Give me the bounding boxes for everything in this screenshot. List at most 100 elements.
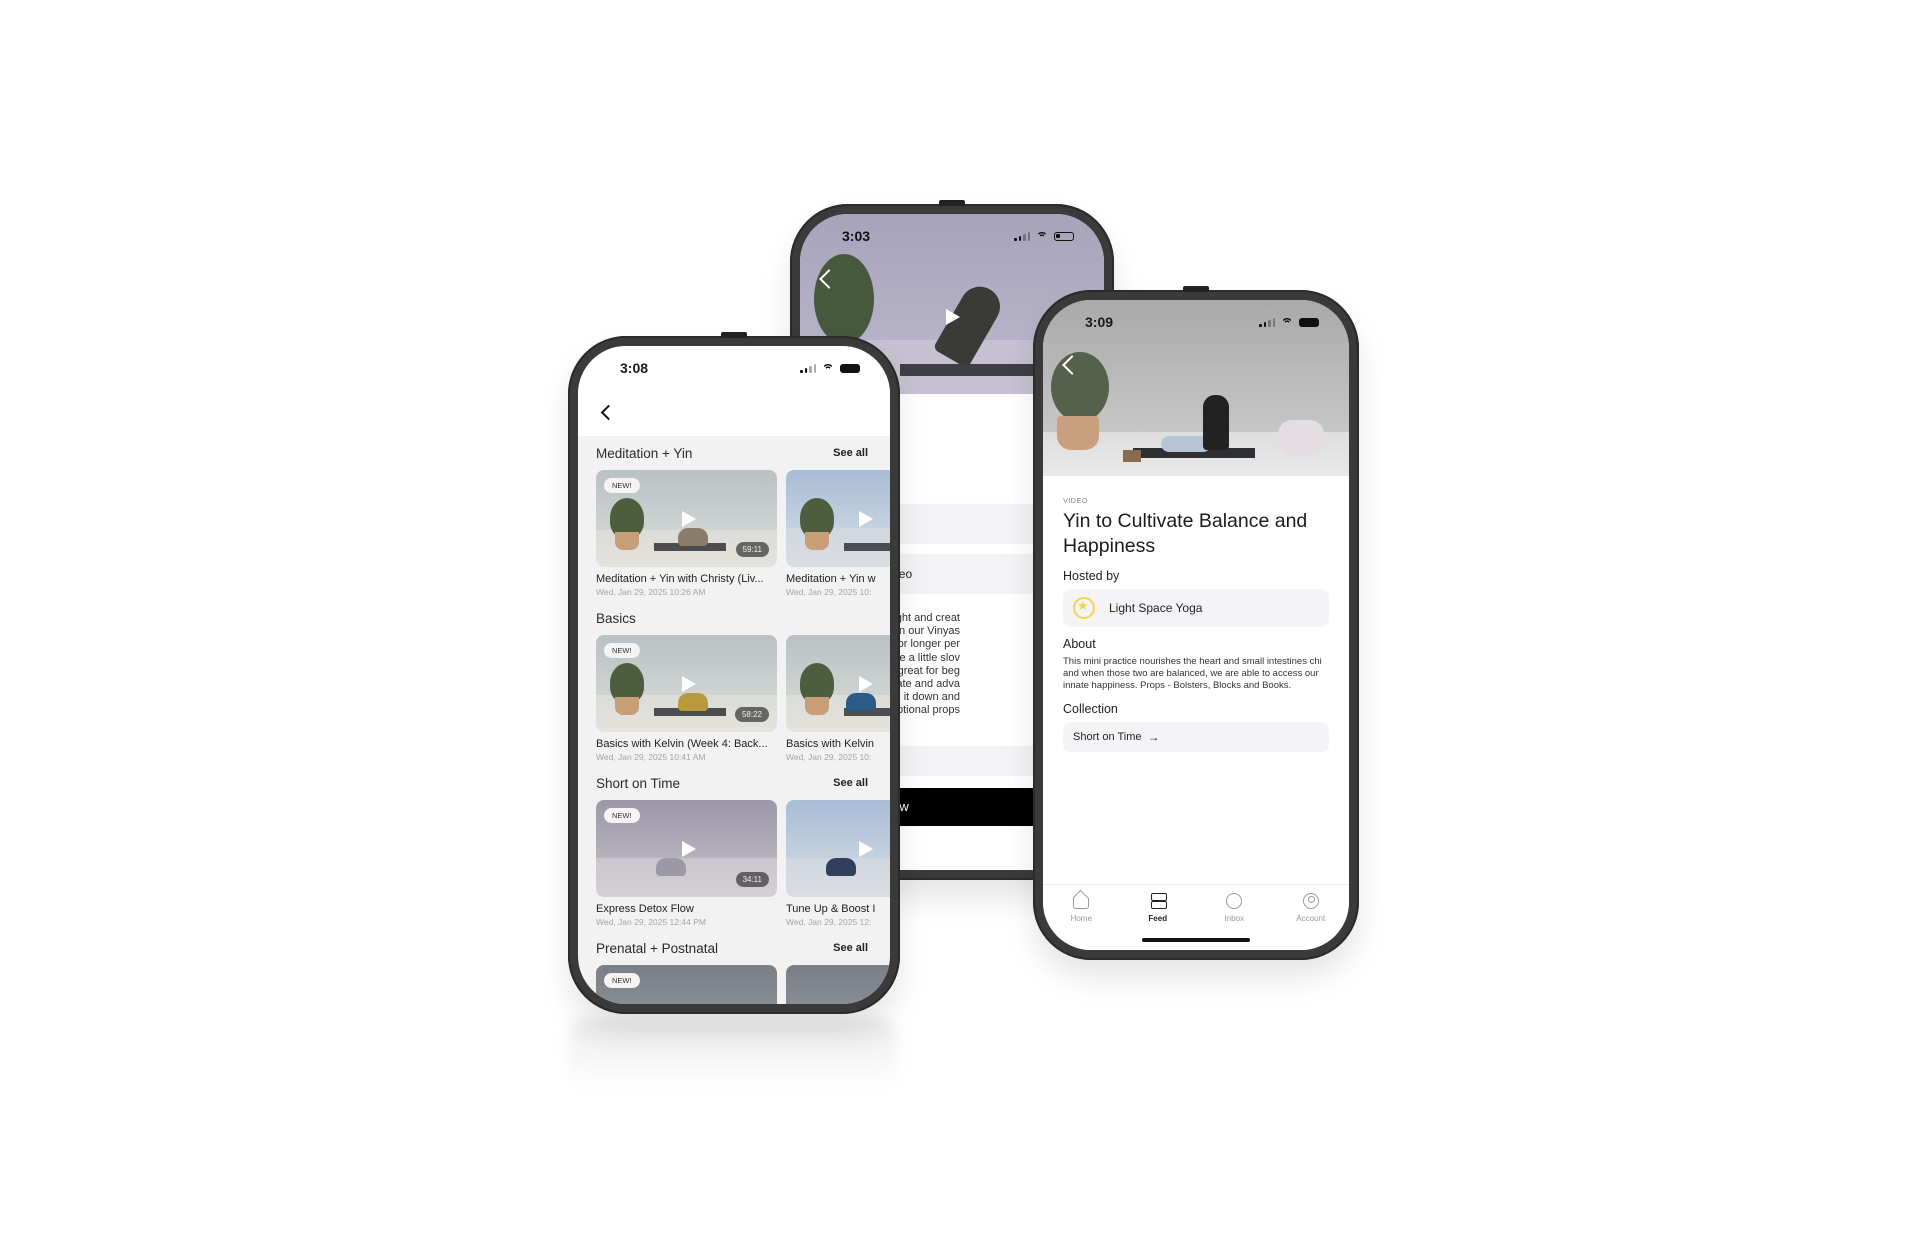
about-text: This mini practice nourishes the heart a… [1063, 656, 1322, 691]
video-thumbnail[interactable]: NEW! 59:11 [596, 470, 777, 567]
status-time: 3:09 [1085, 314, 1114, 330]
back-button[interactable] [598, 404, 618, 424]
plant-image [814, 254, 874, 344]
hosted-by-label: Hosted by [1063, 569, 1120, 583]
video-date: Wed, Jan 29, 2025 10: [786, 587, 872, 597]
status-bar: 3:08 [578, 346, 890, 390]
video-thumbnail[interactable] [786, 800, 890, 897]
video-card[interactable]: NEW! [596, 965, 777, 1004]
video-card[interactable]: NEW! 34:11 Express Detox Flow Wed, Jan 2… [596, 800, 777, 927]
tab-label: Account [1296, 914, 1326, 923]
duration-badge: 58:22 [734, 707, 769, 722]
phone-feed-list: 3:08 Meditation + Yin See all NEW! 59:11… [568, 332, 900, 1014]
new-badge: NEW! [604, 973, 640, 988]
arrow-right-icon: → [1147, 730, 1160, 744]
tab-label: Feed [1148, 914, 1168, 923]
status-bar: 3:03 [800, 214, 1104, 258]
section-title: Prenatal + Postnatal [596, 940, 718, 956]
video-thumbnail[interactable]: NEW! [596, 965, 777, 1004]
battery-icon [1299, 317, 1319, 327]
section-prenatal-postnatal: Prenatal + Postnatal See all NEW! [578, 935, 890, 1004]
pillows-image [1278, 420, 1324, 456]
content-type-label: VIDEO [1063, 496, 1088, 505]
signal-icon [1259, 317, 1275, 327]
screen: 3:09 VIDEO Yin to Cultivate Balance and … [1043, 300, 1349, 950]
play-icon [681, 840, 696, 857]
play-icon [859, 510, 873, 527]
play-icon [681, 675, 696, 692]
wifi-icon [821, 363, 835, 373]
video-card[interactable]: NEW! 58:22 Basics with Kelvin (Week 4: B… [596, 635, 777, 762]
section-meditation-yin: Meditation + Yin See all NEW! 59:11 Medi… [578, 440, 890, 597]
video-card[interactable]: Tune Up & Boost I Wed, Jan 29, 2025 12: [786, 800, 890, 927]
video-title: Express Detox Flow [596, 903, 694, 915]
video-title: Meditation + Yin with Christy (Liv... [596, 573, 764, 585]
collection-chip[interactable]: Short on Time → [1063, 722, 1329, 752]
phone-video-detail: 3:09 VIDEO Yin to Cultivate Balance and … [1033, 286, 1359, 960]
tab-home[interactable]: Home [1051, 893, 1111, 950]
play-icon [859, 840, 873, 857]
video-title: Tune Up & Boost I [786, 903, 876, 915]
video-card[interactable]: Meditation + Yin w Wed, Jan 29, 2025 10: [786, 470, 890, 597]
see-all-link[interactable]: See all [833, 777, 868, 789]
video-date: Wed, Jan 29, 2025 12: [786, 917, 872, 927]
video-thumbnail[interactable] [786, 635, 890, 732]
section-title: Meditation + Yin [596, 445, 693, 461]
video-card[interactable] [786, 965, 890, 1004]
section-title: Basics [596, 610, 636, 626]
host-name: Light Space Yoga [1109, 601, 1203, 615]
video-title: Basics with Kelvin (Week 4: Back... [596, 738, 768, 750]
play-icon [681, 510, 696, 527]
phone-reflection [568, 1018, 898, 1088]
home-indicator[interactable] [1142, 938, 1250, 942]
feed-list[interactable]: Meditation + Yin See all NEW! 59:11 Medi… [578, 436, 890, 1004]
mat-image [900, 364, 1040, 376]
video-date: Wed, Jan 29, 2025 10:41 AM [596, 752, 706, 762]
play-icon [859, 675, 873, 692]
wifi-icon [1035, 231, 1049, 241]
pot-image [1057, 416, 1099, 450]
battery-icon [840, 363, 860, 373]
video-title: Meditation + Yin w [786, 573, 876, 585]
video-card[interactable]: NEW! 59:11 Meditation + Yin with Christy… [596, 470, 777, 597]
video-card[interactable]: Basics with Kelvin Wed, Jan 29, 2025 10: [786, 635, 890, 762]
see-all-link[interactable]: See all [833, 447, 868, 459]
section-basics: Basics NEW! 58:22 Basics with Kelvin (We… [578, 605, 890, 762]
video-date: Wed, Jan 29, 2025 10: [786, 752, 872, 762]
screen: 3:08 Meditation + Yin See all NEW! 59:11… [578, 346, 890, 1004]
top-bar: 3:08 [578, 346, 890, 436]
video-details: VIDEO Yin to Cultivate Balance and Happi… [1043, 476, 1349, 950]
video-thumbnail[interactable] [786, 965, 890, 1004]
home-icon [1073, 898, 1090, 909]
section-short-on-time: Short on Time See all NEW! 34:11 Express… [578, 770, 890, 927]
status-time: 3:03 [842, 228, 871, 244]
feed-icon [1150, 893, 1167, 909]
tab-account[interactable]: Account [1281, 893, 1341, 950]
host-logo-icon [1073, 597, 1095, 619]
video-title: Yin to Cultivate Balance and Happiness [1063, 510, 1308, 557]
host-chip[interactable]: Light Space Yoga [1063, 589, 1329, 627]
inbox-icon [1226, 893, 1243, 909]
instructor-image [932, 279, 1008, 369]
collection-name: Short on Time [1073, 731, 1142, 743]
video-thumbnail[interactable]: NEW! 58:22 [596, 635, 777, 732]
tab-label: Home [1070, 914, 1092, 923]
status-time: 3:08 [620, 360, 649, 376]
tab-label: Inbox [1224, 914, 1245, 923]
see-all-link[interactable]: See all [833, 942, 868, 954]
duration-badge: 59:11 [735, 542, 769, 557]
signal-icon [1014, 231, 1030, 241]
wifi-icon [1280, 317, 1294, 327]
video-thumbnail[interactable]: NEW! 34:11 [596, 800, 777, 897]
new-badge: NEW! [604, 478, 640, 493]
status-bar: 3:09 [1043, 300, 1349, 344]
video-date: Wed, Jan 29, 2025 12:44 PM [596, 917, 706, 927]
new-badge: NEW! [604, 808, 640, 823]
battery-icon [1054, 231, 1074, 241]
block-image [1123, 450, 1141, 462]
video-thumbnail[interactable] [786, 470, 890, 567]
duration-badge: 34:11 [735, 872, 769, 887]
play-icon[interactable] [946, 309, 960, 325]
collection-label: Collection [1063, 702, 1118, 716]
video-date: Wed, Jan 29, 2025 10:26 AM [596, 587, 706, 597]
